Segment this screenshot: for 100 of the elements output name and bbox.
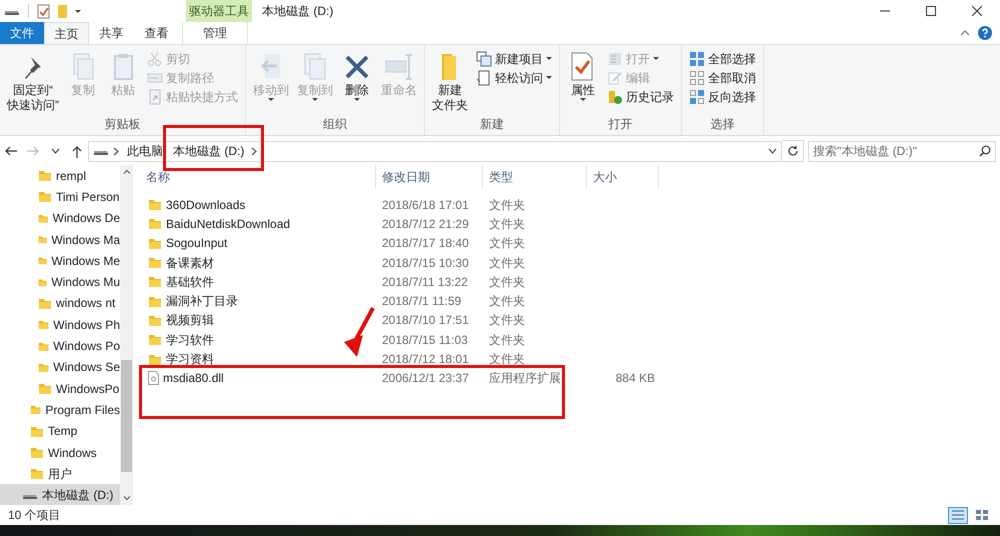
- table-cell-text: 2018/7/15 11:03: [381, 332, 469, 349]
- ribbon-tab[interactable]: 共享: [89, 22, 134, 44]
- rename-icon: [383, 51, 415, 83]
- group-label: 打开: [608, 116, 634, 133]
- scroll-up-icon: [122, 169, 130, 174]
- table-cell-text: 2018/7/12 21:29: [381, 216, 470, 233]
- table-cell-text: 2006/12/1 23:37: [381, 370, 470, 388]
- details-view-button[interactable]: [948, 506, 968, 524]
- chevron-down-icon[interactable]: [768, 148, 777, 154]
- nav-item[interactable]: WindowsPo: [0, 378, 120, 400]
- file-name[interactable]: msdia80.dll: [163, 369, 224, 388]
- nav-item[interactable]: Windows Ph: [0, 314, 120, 336]
- folder-icon: [148, 236, 162, 250]
- ribbon-tab[interactable]: 查看: [134, 22, 179, 44]
- list-view-icon: [952, 510, 964, 520]
- ribbon-tab[interactable]: 文件: [0, 22, 44, 44]
- ribbon-button[interactable]: 历史记录: [604, 87, 677, 106]
- refresh-button[interactable]: [782, 140, 804, 162]
- nav-item[interactable]: Windows Se: [0, 356, 120, 378]
- column-header[interactable]: 类型: [483, 165, 587, 189]
- nav-item[interactable]: Windows: [0, 442, 120, 464]
- ribbon-tab[interactable]: 主页: [44, 22, 89, 44]
- ribbon-button[interactable]: 新建 文件夹: [429, 49, 471, 115]
- forward-arrow-icon: [26, 146, 40, 156]
- file-name[interactable]: 视频剪辑: [166, 311, 214, 330]
- nav-item[interactable]: Windows Po: [0, 335, 120, 357]
- table-cell-text: 应用程序扩展: [488, 370, 562, 388]
- table-cell-text: 文件夹: [488, 254, 526, 272]
- ribbon-button[interactable]: 新建项目: [473, 49, 555, 68]
- folder-icon: [148, 314, 162, 327]
- table-cell-text: 2018/7/12 18:01: [381, 351, 470, 368]
- folder-icon: [148, 275, 162, 288]
- file-name[interactable]: 学习软件: [166, 330, 214, 349]
- shortcut-icon: [147, 88, 163, 104]
- properties-icon[interactable]: [37, 4, 50, 18]
- search-field[interactable]: 搜索"本地磁盘 (D:)": [808, 140, 996, 162]
- table-cell-text: 2018/7/10 17:51: [381, 312, 470, 330]
- group-label: 剪贴板: [104, 116, 142, 133]
- file-name[interactable]: BaiduNetdiskDownload: [166, 214, 290, 233]
- nav-item[interactable]: 本地磁盘 (D:): [0, 484, 120, 505]
- ribbon-button[interactable]: 全部取消: [686, 68, 759, 87]
- nav-item[interactable]: Windows Mu: [0, 271, 120, 293]
- nav-item[interactable]: Temp: [0, 420, 120, 442]
- file-name[interactable]: 360Downloads: [166, 196, 246, 214]
- file-name[interactable]: 学习资料: [166, 350, 214, 368]
- ribbon-button[interactable]: 轻松访问: [473, 68, 555, 87]
- scrollbar[interactable]: [120, 165, 133, 505]
- ribbon-button[interactable]: 固定到“ 快速访问”: [4, 49, 62, 115]
- folder-icon: [30, 467, 44, 480]
- folder-icon: [148, 352, 162, 366]
- nav-item[interactable]: Windows Ma: [0, 228, 120, 250]
- column-header[interactable]: 大小: [587, 165, 659, 189]
- nav-item[interactable]: 用户: [0, 463, 120, 484]
- nav-item[interactable]: Windows De: [0, 208, 120, 229]
- address-bar[interactable]: 此电脑 本地磁盘 (D:): [88, 140, 782, 162]
- refresh-icon: [786, 145, 798, 157]
- breadcrumb[interactable]: 本地磁盘 (D:): [170, 142, 248, 160]
- table-cell-text: 文件夹: [488, 293, 526, 310]
- new-item-icon: [476, 50, 492, 66]
- history-icon: [607, 88, 623, 104]
- select-all-icon: [689, 50, 705, 66]
- file-name[interactable]: 备课素材: [166, 254, 214, 272]
- table-cell-text: 2018/7/1 11:59: [381, 293, 462, 310]
- folder-icon: [30, 446, 44, 459]
- folder-icon: [30, 403, 42, 416]
- file-name[interactable]: SogouInput: [166, 234, 228, 252]
- tiles-view-icon: [976, 510, 988, 520]
- folder-icon: [38, 382, 52, 396]
- column-header[interactable]: 名称: [140, 165, 376, 189]
- open-icon: [607, 50, 623, 66]
- folder-icon: [38, 296, 52, 310]
- ribbon-button[interactable]: 删除: [338, 49, 376, 115]
- group-label: 选择: [710, 116, 736, 133]
- nav-item[interactable]: Program Files: [0, 399, 120, 421]
- ribbon-button[interactable]: 属性: [564, 49, 602, 115]
- easy-access-icon: [476, 70, 492, 86]
- scroll-down-icon: [122, 496, 130, 501]
- file-name[interactable]: 漏洞补丁目录: [166, 292, 238, 310]
- scrollbar-thumb[interactable]: [121, 360, 132, 472]
- group-label: 新建: [479, 116, 505, 133]
- chevron-down-icon: [50, 148, 60, 154]
- invert-selection-icon: [689, 88, 705, 104]
- document-icon: [148, 371, 159, 386]
- nav-item[interactable]: Timi Person: [0, 186, 120, 208]
- ribbon-button[interactable]: 全部选择: [686, 49, 759, 68]
- nav-item[interactable]: Windows Me: [0, 250, 120, 272]
- table-cell-text: 文件夹: [488, 216, 526, 233]
- table-cell-text: 文件夹: [488, 312, 526, 330]
- collapse-icon[interactable]: [960, 30, 970, 36]
- folder-icon: [148, 256, 162, 270]
- nav-item[interactable]: windows nt: [0, 292, 120, 314]
- folder-icon: [38, 318, 50, 332]
- table-cell-text: 文件夹: [488, 274, 526, 291]
- ribbon-button[interactable]: 反向选择: [686, 87, 759, 106]
- file-name[interactable]: 基础软件: [166, 272, 214, 291]
- help-icon[interactable]: [978, 26, 992, 40]
- breadcrumb[interactable]: 此电脑: [124, 142, 166, 160]
- contextual-tab-label: 驱动器工具: [186, 0, 252, 22]
- column-header[interactable]: 修改日期: [376, 165, 483, 189]
- nav-item[interactable]: rempl: [0, 165, 120, 186]
